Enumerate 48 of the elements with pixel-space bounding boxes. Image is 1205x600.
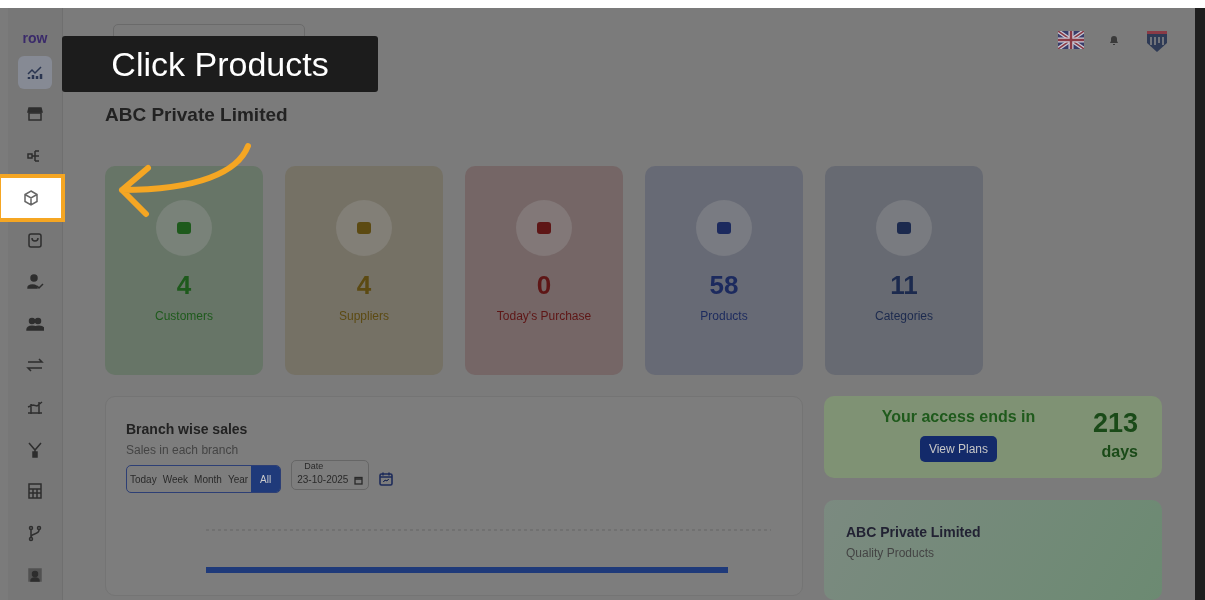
store-icon: [26, 105, 44, 124]
calendar-icon[interactable]: [379, 472, 394, 486]
sidebar-item[interactable]: [18, 55, 52, 90]
stat-value: 11: [890, 270, 918, 301]
box-icon: [22, 188, 40, 207]
stat-label: Categories: [875, 309, 933, 323]
bag-icon: [26, 230, 44, 249]
scrollbar[interactable]: [1195, 8, 1205, 600]
stat-card[interactable]: 58 Products: [645, 166, 803, 375]
days-count: 213: [1092, 408, 1138, 439]
stat-label: Products: [700, 309, 748, 323]
flag-icon[interactable]: [1058, 31, 1084, 49]
card-title: Branch wise sales: [126, 421, 249, 437]
period-button[interactable]: Month: [191, 466, 225, 492]
calc-icon: [26, 482, 44, 500]
stat-label: Customers: [155, 309, 213, 323]
tutorial-tooltip: Click Products: [62, 36, 378, 92]
calendar-icon[interactable]: [354, 476, 364, 485]
date-value: 23-10-2025: [297, 474, 349, 485]
app-logo[interactable]: row: [22, 30, 48, 48]
days-label: days: [1101, 443, 1138, 461]
page-title: ABC Private Limited: [105, 104, 289, 126]
period-button[interactable]: Week: [159, 466, 192, 492]
company-name: ABC Private Limited: [846, 524, 982, 540]
access-message: Your access ends in: [881, 408, 1036, 426]
usercheck-icon: [26, 272, 44, 291]
stat-card[interactable]: 11 Categories: [825, 166, 983, 375]
stat-value: 58: [709, 270, 739, 301]
company-tagline: Quality Products: [846, 546, 936, 560]
bell-icon[interactable]: [1108, 34, 1120, 46]
stat-value: 0: [536, 270, 552, 301]
period-button[interactable]: All: [251, 466, 281, 492]
view-plans-button[interactable]: View Plans: [919, 436, 998, 462]
card-subtitle: Sales in each branch: [126, 443, 240, 457]
graph-icon: [26, 398, 44, 417]
period-button[interactable]: Year: [224, 466, 252, 492]
chart-icon: [26, 63, 44, 82]
stat-value: 4: [176, 270, 192, 301]
stat-label: Suppliers: [339, 309, 389, 323]
stat-value: 4: [356, 270, 372, 301]
stat-card[interactable]: 0 Today's Purchase: [465, 166, 623, 375]
stat-label: Today's Purchase: [496, 309, 592, 323]
field-label: Date: [304, 462, 324, 471]
period-button[interactable]: Today: [127, 466, 160, 492]
branch-icon: [26, 523, 44, 542]
person-icon: [26, 565, 44, 584]
stat-card[interactable]: 4 Suppliers: [285, 166, 443, 375]
date-field[interactable]: Date 23-10-2025: [291, 460, 370, 490]
